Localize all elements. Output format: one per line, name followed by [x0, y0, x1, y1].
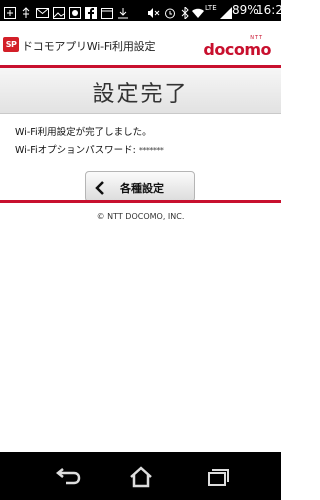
status-bar: LTE 89% 16:25 [0, 0, 291, 21]
back-icon [55, 468, 81, 485]
password-value: ******* [138, 146, 164, 155]
home-icon [130, 466, 152, 488]
app-header: SP ドコモアプリWi-Fi利用設定 NTT docomo [0, 21, 281, 68]
password-row: Wi-Fiオプションパスワード: ******* [15, 142, 164, 156]
docomo-logo: NTT docomo [203, 35, 271, 59]
sp-logo: SP [3, 37, 19, 52]
app-title: ドコモアプリWi-Fi利用設定 [22, 40, 156, 53]
battery-percent: 89% [232, 3, 259, 17]
back-button[interactable] [48, 464, 88, 490]
page-heading-band: 設定完了 [0, 68, 281, 114]
copyright: © NTT DOCOMO, INC. [96, 212, 185, 221]
recent-apps-button[interactable] [197, 464, 237, 490]
sp-logo-text: SP [5, 40, 17, 49]
settings-button-label: 各種設定 [120, 182, 164, 195]
password-label: Wi-Fiオプションパスワード: [15, 145, 136, 156]
page-title: 設定完了 [92, 82, 189, 107]
navigation-bar [0, 452, 281, 500]
recent-apps-icon [208, 469, 229, 486]
settings-button[interactable]: 各種設定 [85, 171, 195, 202]
home-button[interactable] [121, 464, 161, 490]
completion-message: Wi-Fi利用設定が完了しました。 [15, 127, 152, 138]
red-divider [0, 200, 281, 203]
network-type-label: LTE [205, 4, 217, 12]
status-time: 16:25 [256, 3, 291, 17]
docomo-wordmark: docomo [203, 40, 271, 59]
chevron-left-icon [95, 180, 105, 199]
